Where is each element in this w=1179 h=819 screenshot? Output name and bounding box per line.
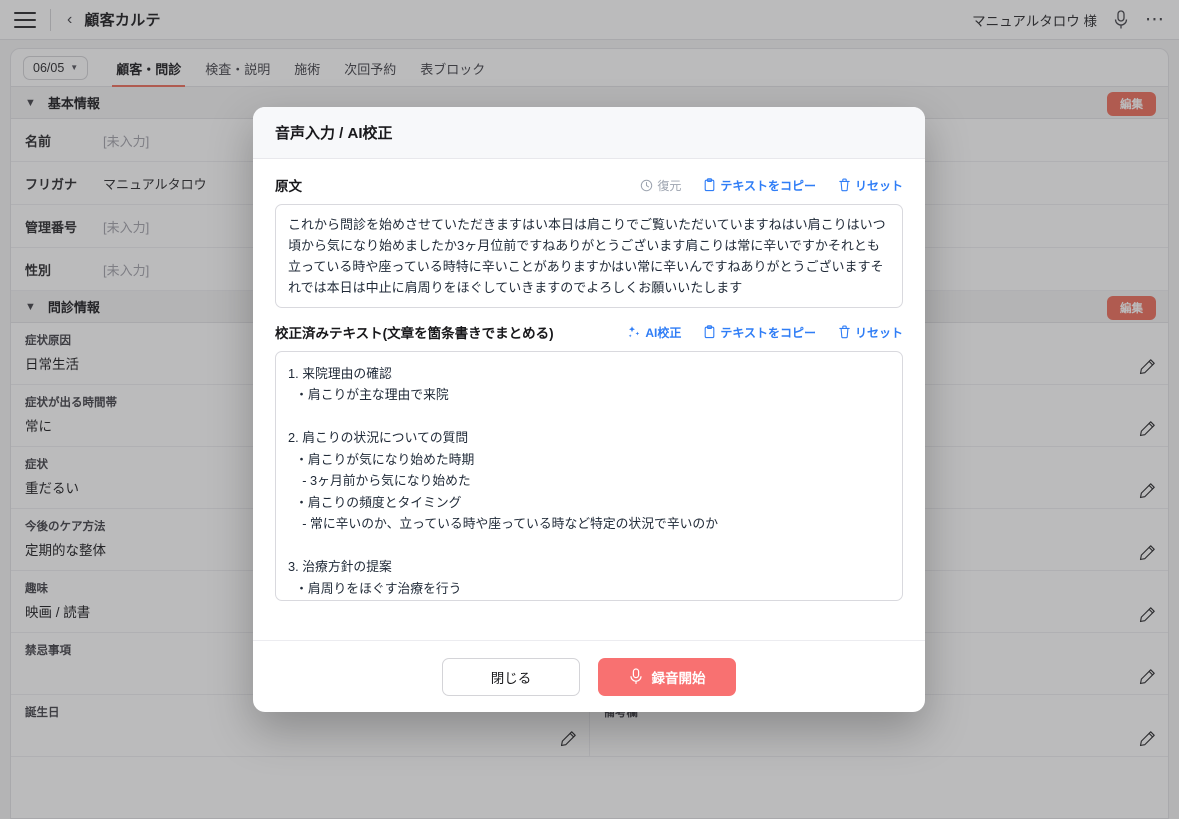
copy-original-button[interactable]: テキストをコピー [703, 177, 816, 194]
start-recording-button[interactable]: 録音開始 [598, 657, 736, 696]
corrected-text-header: 校正済みテキスト(文章を箇条書きでまとめる) AI校正 テキストをコピー リセッ… [275, 322, 903, 342]
ai-correction-button[interactable]: AI校正 [627, 324, 681, 341]
copy-corrected-label: テキストをコピー [720, 325, 816, 340]
original-text-label: 原文 [275, 179, 302, 194]
original-text-header: 原文 復元 テキストをコピー リセット [275, 175, 903, 195]
ai-correction-label: AI校正 [645, 325, 682, 340]
corrected-text-area[interactable]: 1. 来院理由の確認 ・肩こりが主な理由で来院 2. 肩こりの状況についての質問… [275, 351, 903, 601]
dialog-title: 音声入力 / AI校正 [275, 125, 393, 142]
dialog-header: 音声入力 / AI校正 [253, 107, 925, 159]
clock-icon [641, 179, 653, 191]
restore-label: 復元 [657, 178, 682, 193]
reset-corrected-button[interactable]: リセット [838, 324, 903, 341]
sparkles-icon [629, 326, 640, 338]
copy-original-label: テキストをコピー [720, 178, 816, 193]
microphone-icon [629, 668, 642, 684]
start-recording-label: 録音開始 [651, 670, 706, 686]
trash-icon [839, 325, 850, 339]
close-button[interactable]: 閉じる [442, 657, 580, 696]
reset-corrected-label: リセット [854, 325, 903, 340]
corrected-text-label: 校正済みテキスト(文章を箇条書きでまとめる) [275, 326, 554, 341]
clipboard-icon [704, 325, 715, 339]
dialog-footer: 閉じる 録音開始 [253, 640, 925, 712]
voice-input-ai-correction-dialog: 音声入力 / AI校正 原文 復元 テキストをコピー リセット これから問診を始… [253, 107, 925, 712]
dialog-body: 原文 復元 テキストをコピー リセット これから問診を始めさせていただきますはい… [253, 159, 925, 640]
reset-original-button[interactable]: リセット [838, 177, 903, 194]
original-text-area[interactable]: これから問診を始めさせていただきますはい本日は肩こりでご覧いただいていますねはい… [275, 204, 903, 308]
restore-button[interactable]: 復元 [640, 177, 681, 194]
corrected-text-actions: AI校正 テキストをコピー リセット [627, 324, 903, 341]
clipboard-icon [704, 178, 715, 192]
trash-icon [839, 178, 850, 192]
copy-corrected-button[interactable]: テキストをコピー [703, 324, 816, 341]
original-text-actions: 復元 テキストをコピー リセット [640, 177, 903, 194]
reset-original-label: リセット [854, 178, 903, 193]
